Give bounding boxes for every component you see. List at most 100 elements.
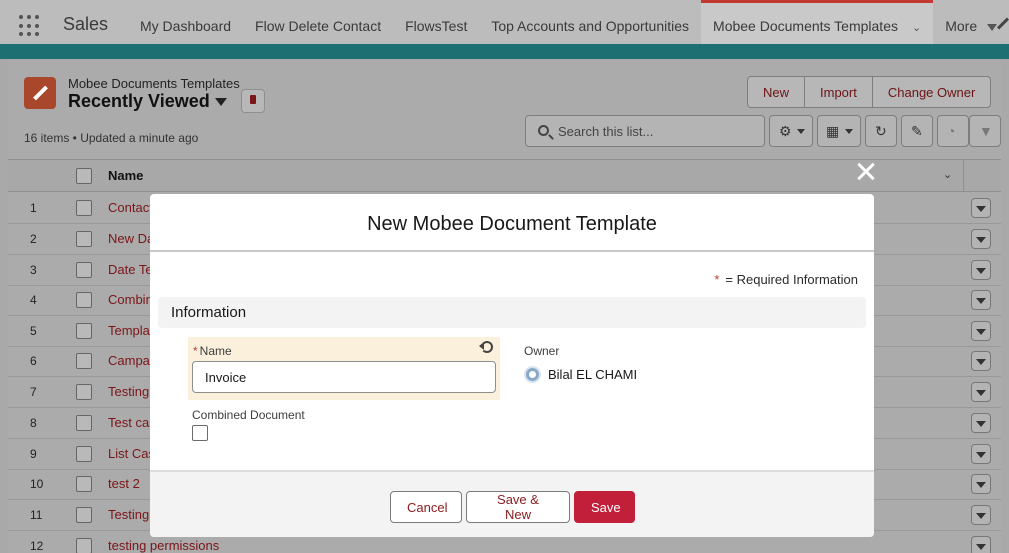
row-checkbox[interactable] bbox=[76, 200, 92, 216]
row-number: 5 bbox=[30, 324, 37, 338]
nav-accent-bar bbox=[0, 44, 1009, 59]
record-link[interactable]: Campai bbox=[108, 353, 153, 368]
nav-tab-flow-delete-contact[interactable]: Flow Delete Contact bbox=[243, 0, 393, 44]
list-view-name[interactable]: Recently Viewed bbox=[68, 91, 210, 112]
pie-chart-icon: ◔ bbox=[947, 123, 956, 139]
nav-more-menu[interactable]: More bbox=[933, 0, 1009, 44]
app-launcher-icon[interactable] bbox=[19, 15, 41, 37]
refresh-button[interactable]: ↻ bbox=[865, 115, 897, 147]
cancel-button[interactable]: Cancel bbox=[390, 491, 462, 523]
save-button[interactable]: Save bbox=[574, 491, 635, 523]
record-link[interactable]: Test cas bbox=[108, 415, 156, 430]
nav-tab-top-accounts[interactable]: Top Accounts and Opportunities bbox=[479, 0, 701, 44]
record-link[interactable]: Combin bbox=[108, 292, 153, 307]
row-checkbox[interactable] bbox=[76, 262, 92, 278]
row-actions-icon[interactable] bbox=[971, 229, 991, 249]
column-header-name[interactable]: Name bbox=[108, 168, 143, 183]
object-pencil-icon bbox=[24, 77, 56, 109]
row-number: 12 bbox=[30, 539, 44, 553]
combined-document-label: Combined Document bbox=[192, 408, 305, 422]
row-number: 8 bbox=[30, 416, 37, 430]
nav-tab-my-dashboard[interactable]: My Dashboard bbox=[128, 0, 243, 44]
list-settings-button[interactable]: ⚙ bbox=[769, 115, 813, 147]
required-star: * bbox=[193, 344, 198, 358]
row-number: 3 bbox=[30, 263, 37, 277]
record-link[interactable]: Testing bbox=[108, 507, 149, 522]
close-icon[interactable] bbox=[855, 160, 877, 182]
row-actions-icon[interactable] bbox=[971, 444, 991, 464]
record-link[interactable]: testing permissions bbox=[108, 538, 219, 553]
record-link[interactable]: Contact bbox=[108, 200, 153, 215]
filter-button[interactable]: ▼ bbox=[969, 115, 1001, 147]
row-checkbox[interactable] bbox=[76, 507, 92, 523]
row-checkbox[interactable] bbox=[76, 231, 92, 247]
record-link[interactable]: Date Te bbox=[108, 262, 153, 277]
row-checkbox[interactable] bbox=[76, 415, 92, 431]
row-actions-icon[interactable] bbox=[971, 321, 991, 341]
record-link[interactable]: New Da bbox=[108, 231, 154, 246]
row-actions-icon[interactable] bbox=[971, 474, 991, 494]
caret-down-icon bbox=[797, 129, 805, 134]
filter-icon: ▼ bbox=[979, 123, 993, 139]
gear-icon: ⚙ bbox=[779, 123, 792, 139]
nav-tab-label: FlowsTest bbox=[405, 18, 468, 34]
combined-document-checkbox[interactable] bbox=[192, 425, 208, 441]
row-number: 9 bbox=[30, 447, 37, 461]
nav-tab-label: My Dashboard bbox=[140, 18, 232, 34]
section-title: Information bbox=[171, 304, 247, 321]
name-label-text: Name bbox=[199, 344, 232, 358]
row-actions-icon[interactable] bbox=[971, 413, 991, 433]
row-actions-icon[interactable] bbox=[971, 382, 991, 402]
row-actions-icon[interactable] bbox=[971, 198, 991, 218]
search-input[interactable] bbox=[558, 122, 758, 140]
nav-tab-mobee-documents-templates[interactable]: Mobee Documents Templates ⌄ bbox=[701, 0, 934, 44]
row-actions-icon[interactable] bbox=[971, 536, 991, 553]
nav-tab-flowstest[interactable]: FlowsTest bbox=[393, 0, 479, 44]
row-actions-icon[interactable] bbox=[971, 351, 991, 371]
pencil-icon: ✎ bbox=[911, 123, 923, 139]
caret-down-icon bbox=[845, 129, 853, 134]
row-number: 11 bbox=[30, 508, 43, 522]
row-actions-icon[interactable] bbox=[971, 505, 991, 525]
table-icon: ▦ bbox=[826, 123, 840, 139]
import-button[interactable]: Import bbox=[805, 77, 873, 107]
list-meta: 16 items • Updated a minute ago bbox=[24, 131, 199, 145]
row-checkbox[interactable] bbox=[76, 292, 92, 308]
column-divider bbox=[963, 160, 964, 192]
modal-footer: Cancel Save & New Save bbox=[150, 470, 874, 537]
change-owner-button[interactable]: Change Owner bbox=[873, 77, 990, 107]
inline-edit-button[interactable]: ✎ bbox=[901, 115, 933, 147]
object-label: Mobee Documents Templates bbox=[68, 76, 240, 91]
row-actions-icon[interactable] bbox=[971, 260, 991, 280]
new-record-modal: New Mobee Document Template * = Required … bbox=[150, 194, 874, 537]
chevron-down-icon[interactable]: ⌄ bbox=[943, 168, 952, 181]
row-checkbox[interactable] bbox=[76, 384, 92, 400]
save-and-new-button[interactable]: Save & New bbox=[466, 491, 570, 523]
row-actions-icon[interactable] bbox=[971, 290, 991, 310]
nav-more-label: More bbox=[945, 18, 978, 34]
undo-icon[interactable] bbox=[479, 341, 493, 353]
list-view-caret-icon[interactable] bbox=[215, 98, 227, 106]
row-checkbox[interactable] bbox=[76, 476, 92, 492]
pin-icon[interactable] bbox=[241, 89, 265, 113]
required-star: * bbox=[714, 272, 720, 287]
row-checkbox[interactable] bbox=[76, 446, 92, 462]
refresh-icon: ↻ bbox=[875, 123, 887, 139]
row-checkbox[interactable] bbox=[76, 353, 92, 369]
row-checkbox[interactable] bbox=[76, 538, 92, 553]
row-checkbox[interactable] bbox=[76, 323, 92, 339]
charts-button[interactable]: ◔ bbox=[937, 115, 969, 147]
caret-down-icon bbox=[987, 23, 998, 31]
display-as-button[interactable]: ▦ bbox=[817, 115, 861, 147]
record-link[interactable]: List Cas bbox=[108, 446, 155, 461]
new-button[interactable]: New bbox=[748, 77, 806, 107]
record-link[interactable]: test 2 bbox=[108, 476, 140, 491]
owner-name[interactable]: Bilal EL CHAMI bbox=[548, 367, 637, 382]
record-link[interactable]: Testing bbox=[108, 384, 149, 399]
select-all-checkbox[interactable] bbox=[76, 168, 92, 184]
row-number: 2 bbox=[30, 232, 37, 246]
section-information[interactable]: Information bbox=[158, 297, 866, 328]
record-link[interactable]: Templa bbox=[108, 323, 150, 338]
name-input[interactable] bbox=[192, 361, 496, 393]
search-icon bbox=[538, 125, 549, 136]
